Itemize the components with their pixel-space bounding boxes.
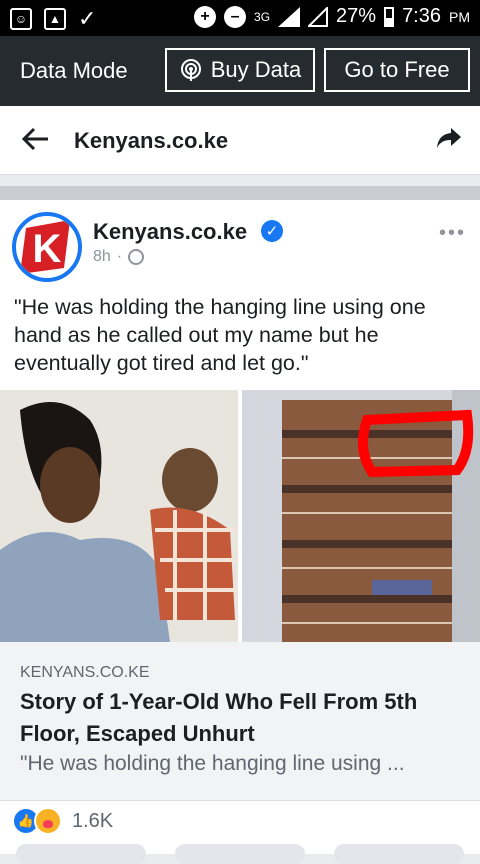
like-button[interactable] <box>16 844 146 864</box>
post-author[interactable]: Kenyans.co.ke <box>93 219 247 245</box>
page-title: Kenyans.co.ke <box>74 128 229 153</box>
page-avatar[interactable]: K <box>12 212 82 282</box>
share-button[interactable] <box>334 844 464 864</box>
post-meta: 8h · <box>93 248 145 266</box>
kenyans-logo-icon: K <box>20 220 70 274</box>
go-to-free-button[interactable]: Go to Free <box>324 48 470 92</box>
photo-apartment-building <box>242 390 480 642</box>
post-time[interactable]: 8h <box>93 248 111 266</box>
data-mode-label: Data Mode <box>20 58 128 83</box>
signal-icon <box>278 6 301 27</box>
top-nav-bar: Kenyans.co.ke <box>0 106 480 175</box>
globe-icon <box>128 249 145 265</box>
network-type: 3G <box>254 9 271 24</box>
link-description: "He was holding the hanging line using .… <box>20 752 405 775</box>
link-title: Story of 1-Year-Old Who Fell From 5th Fl… <box>20 689 418 746</box>
share-icon[interactable] <box>436 126 462 150</box>
comment-button[interactable] <box>175 844 305 864</box>
post-card: K Kenyans.co.ke ✓ 8h · ••• "He was holdi… <box>0 200 480 864</box>
download-done-icon: ✓ <box>78 6 97 31</box>
more-options-icon[interactable]: ••• <box>439 222 466 245</box>
broadcast-icon <box>180 59 201 81</box>
app-notification-icon: ☺ <box>10 8 32 30</box>
clock-ampm: PM <box>449 8 470 25</box>
battery-icon <box>384 6 395 27</box>
go-to-free-label: Go to Free <box>344 57 450 82</box>
back-arrow-icon[interactable] <box>20 124 50 154</box>
clock: 7:36 <box>402 5 441 27</box>
link-preview-box[interactable]: KENYANS.CO.KE Story of 1-Year-Old Who Fe… <box>0 642 480 801</box>
avatar-letter: K <box>33 227 62 271</box>
link-domain: KENYANS.CO.KE <box>20 664 150 681</box>
reaction-count: 1.6K <box>72 809 114 832</box>
signal-empty-icon <box>308 6 329 27</box>
photo-woman-child <box>0 390 238 642</box>
system-status: + – 3G 27% 7:36 PM <box>194 5 470 28</box>
feed-divider <box>0 186 480 200</box>
status-bar: ☺ ▲ ✓ + – 3G 27% 7:36 PM <box>0 0 480 36</box>
data-saver-icon: + <box>194 5 217 28</box>
action-buttons-row <box>0 844 480 864</box>
notification-icons: ☺ ▲ ✓ <box>10 6 96 32</box>
buy-data-label: Buy Data <box>210 57 302 82</box>
post-text: "He was holding the hanging line using o… <box>14 295 426 375</box>
verified-badge-icon: ✓ <box>261 220 283 242</box>
meta-separator: · <box>116 248 123 265</box>
battery-percent: 27% <box>336 5 377 27</box>
image-notification-icon: ▲ <box>44 8 66 30</box>
buy-data-button[interactable]: Buy Data <box>165 48 315 92</box>
do-not-disturb-icon: – <box>224 5 247 28</box>
reactions-summary[interactable]: 👍 1.6K <box>12 807 113 835</box>
data-mode-bar: Data Mode Buy Data Go to Free <box>0 36 480 106</box>
care-icon <box>34 807 62 835</box>
link-preview-image[interactable] <box>0 390 480 642</box>
